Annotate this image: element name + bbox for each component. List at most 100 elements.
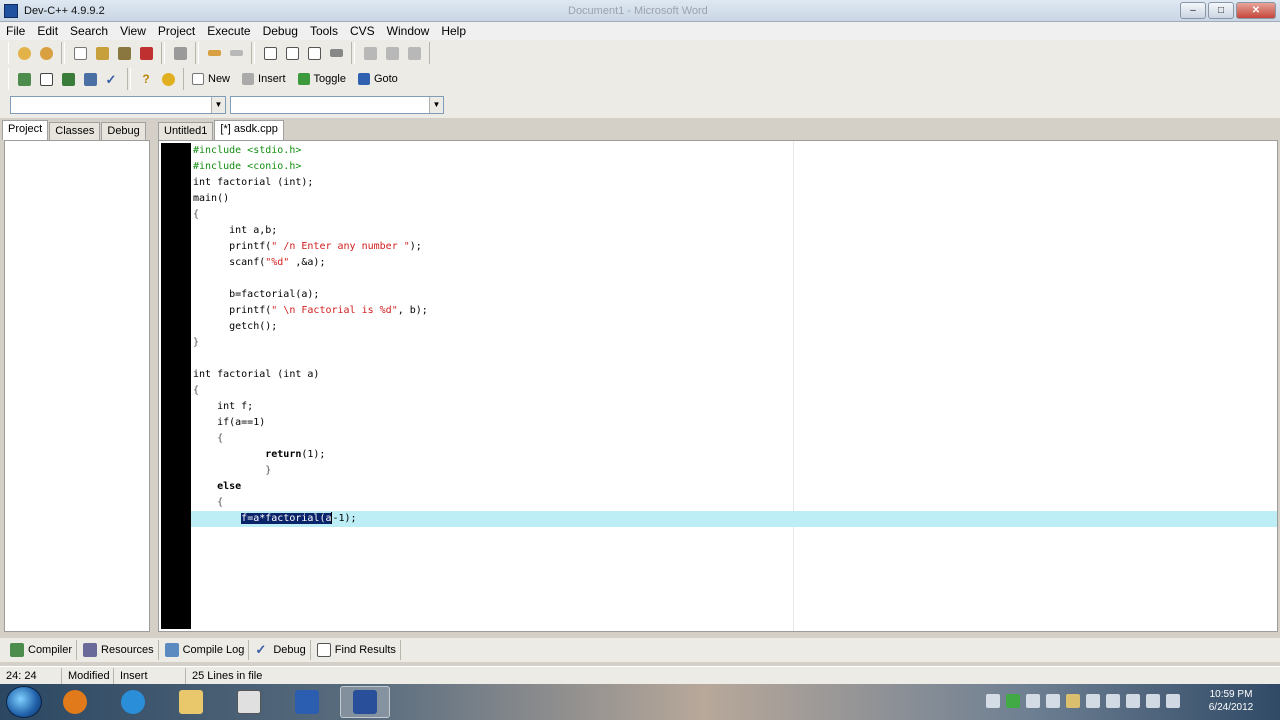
start-button[interactable] [6,686,42,718]
tab-compiler[interactable]: Compiler [6,640,78,660]
save-all-icon[interactable] [115,44,133,62]
tab-classes[interactable]: Classes [49,122,101,140]
tab-debug[interactable]: Debug [101,122,146,140]
code-line[interactable]: b=factorial(a); [193,287,428,303]
code-line[interactable]: int f; [193,399,428,415]
add-to-project-icon[interactable] [361,44,379,62]
remove-from-project-icon[interactable] [383,44,401,62]
taskbar-devcpp[interactable] [340,686,390,718]
code-line[interactable]: return(1); [193,447,428,463]
code-content[interactable]: #include <stdio.h> #include <conio.h> int … [193,143,428,527]
code-line[interactable]: } [193,463,428,479]
code-line[interactable]: printf(" \n Factorial is %d", b); [193,303,428,319]
tab-find-results[interactable]: Find Results [313,640,401,660]
tray-network-icon[interactable] [986,694,1000,708]
tray-signal-icon[interactable] [1166,694,1180,708]
menu-file[interactable]: File [0,24,31,38]
tray-volume-icon[interactable] [1126,694,1140,708]
redo-icon[interactable] [227,44,245,62]
menu-debug[interactable]: Debug [257,24,304,38]
tab-resources[interactable]: Resources [79,640,159,660]
tray-flag-icon[interactable] [1106,694,1120,708]
minimize-button[interactable]: – [1180,2,1206,19]
syntax-check-icon[interactable]: ✓ [103,70,121,88]
tray-drive-icon[interactable] [1046,694,1060,708]
menu-cvs[interactable]: CVS [344,24,381,38]
replace-icon[interactable] [283,44,301,62]
code-line[interactable]: if(a==1) [193,415,428,431]
code-line[interactable]: int a,b; [193,223,428,239]
code-line[interactable]: { [193,383,428,399]
code-line[interactable]: main() [193,191,428,207]
menu-project[interactable]: Project [152,24,201,38]
class-select[interactable]: ▼ [10,96,226,114]
tray-app-icon[interactable] [1026,694,1040,708]
save-icon[interactable] [93,44,111,62]
code-line[interactable]: { [193,431,428,447]
taskbar-app[interactable] [224,686,274,718]
tab-project[interactable]: Project [2,120,49,140]
tab-asdk-cpp[interactable]: [*] asdk.cpp [214,120,284,140]
code-line[interactable] [193,351,428,367]
insert-button[interactable]: Insert [236,69,292,89]
close-button[interactable]: ✕ [1236,2,1276,19]
tray-folder-icon[interactable] [1066,694,1080,708]
code-line[interactable]: { [193,207,428,223]
close-file-icon[interactable] [137,44,155,62]
rebuild-all-icon[interactable] [81,70,99,88]
compile-icon[interactable] [15,70,33,88]
code-line[interactable]: scanf("%d" ,&a); [193,255,428,271]
code-editor[interactable]: #include <stdio.h> #include <conio.h> int … [158,140,1278,632]
code-line[interactable]: } [193,335,428,351]
new-project-icon[interactable] [15,44,33,62]
member-select[interactable]: ▼ [230,96,444,114]
undo-icon[interactable] [205,44,223,62]
code-line[interactable] [193,271,428,287]
taskbar-internet-explorer[interactable] [108,686,158,718]
taskbar-clock[interactable]: 10:59 PM 6/24/2012 [1190,688,1272,714]
find-next-icon[interactable] [305,44,323,62]
taskbar-media-player[interactable] [50,686,100,718]
about-icon[interactable] [159,70,177,88]
toggle-button[interactable]: Toggle [292,69,352,89]
new-button[interactable]: New [186,69,236,89]
code-line[interactable]: #include <conio.h> [193,159,428,175]
code-line[interactable]: #include <stdio.h> [193,143,428,159]
taskbar-explorer[interactable] [166,686,216,718]
tab-compile-log[interactable]: Compile Log [161,640,250,660]
goto-button[interactable]: Goto [352,69,404,89]
code-line[interactable]: f=a*factorial(a-1); [193,511,428,527]
compile-run-icon[interactable] [59,70,77,88]
goto-line-icon[interactable] [327,44,345,62]
code-token: int factorial (int a) [193,369,320,380]
run-icon[interactable] [37,70,55,88]
taskbar-word[interactable] [282,686,332,718]
tray-power-icon[interactable] [1146,694,1160,708]
code-token: { [193,209,200,220]
menu-help[interactable]: Help [435,24,472,38]
code-line[interactable]: int factorial (int a) [193,367,428,383]
print-icon[interactable] [171,44,189,62]
code-line[interactable]: printf(" /n Enter any number "); [193,239,428,255]
menu-execute[interactable]: Execute [201,24,256,38]
maximize-button[interactable]: □ [1208,2,1234,19]
menu-search[interactable]: Search [64,24,114,38]
title-bar: Dev-C++ 4.9.9.2 Document1 - Microsoft Wo… [0,0,1280,22]
menu-window[interactable]: Window [381,24,436,38]
project-options-icon[interactable] [405,44,423,62]
find-icon[interactable] [261,44,279,62]
new-file-icon[interactable] [71,44,89,62]
tray-security-icon[interactable] [1006,694,1020,708]
tab-debug-report[interactable]: ✓ Debug [251,640,311,660]
code-line[interactable]: getch(); [193,319,428,335]
code-line[interactable]: { [193,495,428,511]
tab-untitled1[interactable]: Untitled1 [158,122,214,140]
menu-tools[interactable]: Tools [304,24,344,38]
code-line[interactable]: else [193,479,428,495]
menu-view[interactable]: View [114,24,152,38]
help-icon[interactable]: ? [137,70,155,88]
open-project-icon[interactable] [37,44,55,62]
code-line[interactable]: int factorial (int); [193,175,428,191]
menu-edit[interactable]: Edit [31,24,64,38]
tray-monitor-icon[interactable] [1086,694,1100,708]
